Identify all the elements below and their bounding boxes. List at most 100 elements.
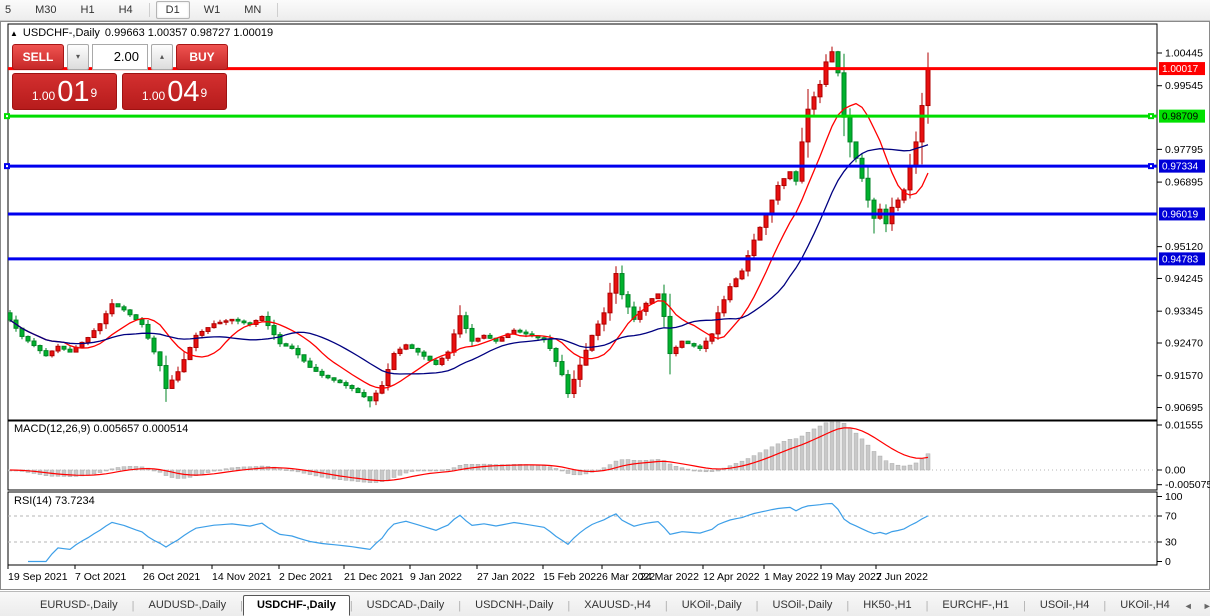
timeframe-H4[interactable]: H4 xyxy=(109,1,143,19)
bid-price-sup: 9 xyxy=(90,86,98,100)
date-label: 21 Dec 2021 xyxy=(344,571,404,583)
candle-body xyxy=(547,339,553,349)
candle-body xyxy=(103,313,109,325)
macd-bar xyxy=(97,469,103,473)
candle-body xyxy=(157,351,163,367)
date-label: 7 Oct 2021 xyxy=(75,571,127,583)
date-label: 14 Nov 2021 xyxy=(212,571,272,583)
candle xyxy=(679,340,685,349)
tab-ukoil-daily[interactable]: UKOil-,Daily xyxy=(668,595,756,616)
macd-bar xyxy=(781,441,787,471)
ask-price-tile[interactable]: 1.00 04 9 xyxy=(122,73,227,110)
date-label: 26 Oct 2021 xyxy=(143,571,200,583)
candle-body xyxy=(211,323,217,329)
bid-price-tile[interactable]: 1.00 01 9 xyxy=(12,73,117,110)
timeframe-W1[interactable]: W1 xyxy=(194,1,231,19)
buy-button[interactable]: BUY xyxy=(176,44,228,70)
candle-body xyxy=(811,96,817,110)
tab-usoil-h4[interactable]: USOil-,H4 xyxy=(1026,595,1104,616)
collapse-icon[interactable]: ▲ xyxy=(10,29,18,38)
volume-decrease-button[interactable]: ▾ xyxy=(67,44,89,70)
macd-bar xyxy=(547,466,553,471)
macd-bar xyxy=(277,468,283,471)
tab-eurchf-h1[interactable]: EURCHF-,H1 xyxy=(928,595,1023,616)
macd-bar xyxy=(205,469,211,473)
macd-bar xyxy=(403,469,409,474)
sell-button[interactable]: SELL xyxy=(12,44,64,70)
candle-body xyxy=(349,385,355,389)
candle-body xyxy=(907,165,913,191)
candle-body xyxy=(463,315,469,329)
tab-xauusd-h4[interactable]: XAUUSD-,H4 xyxy=(570,595,665,616)
macd-bar xyxy=(643,460,649,471)
tab-usdchf-daily[interactable]: USDCHF-,Daily xyxy=(242,595,350,616)
tab-ukoil-h4[interactable]: UKOil-,H4 xyxy=(1106,595,1184,616)
macd-bar xyxy=(619,459,625,471)
candle-body xyxy=(487,334,493,339)
price-badge-label: 0.96019 xyxy=(1162,209,1199,220)
candle-body xyxy=(601,312,607,325)
candle xyxy=(787,171,793,181)
candle-body xyxy=(805,108,811,143)
candle-body xyxy=(313,366,319,372)
candle-body xyxy=(673,346,679,355)
candle-body xyxy=(331,377,337,381)
tab-hk50-h1[interactable]: HK50-,H1 xyxy=(849,595,925,616)
candle-body xyxy=(205,327,211,332)
tab-scroll-right-icon[interactable]: ► xyxy=(1203,601,1210,611)
macd-bar xyxy=(337,469,343,480)
macd-bar xyxy=(679,467,685,471)
tab-scroll-left-icon[interactable]: ◄ xyxy=(1184,601,1193,611)
macd-bar xyxy=(703,469,709,473)
macd-bar xyxy=(811,428,817,471)
price-tick-label: 0.90695 xyxy=(1165,402,1203,414)
tab-eurusd-daily[interactable]: EURUSD-,Daily xyxy=(26,595,132,616)
candle-body xyxy=(427,355,433,361)
ask-price-sup: 9 xyxy=(200,86,208,100)
candle-body xyxy=(343,382,349,387)
macd-bar xyxy=(85,469,91,476)
candle-body xyxy=(475,337,481,342)
macd-bar xyxy=(283,469,289,471)
timeframe-MN[interactable]: MN xyxy=(234,1,271,19)
tab-usdcnh-daily[interactable]: USDCNH-,Daily xyxy=(461,595,567,616)
candle-body xyxy=(325,374,331,379)
candle xyxy=(655,293,661,300)
candle xyxy=(391,351,397,371)
tab-audusd-daily[interactable]: AUDUSD-,Daily xyxy=(134,595,240,616)
bid-price-small: 1.00 xyxy=(31,89,56,103)
candle xyxy=(859,153,865,182)
macd-bar xyxy=(925,453,931,471)
macd-bar xyxy=(805,431,811,471)
macd-bar xyxy=(61,469,67,477)
timeframe-5[interactable]: 5 xyxy=(0,1,21,19)
timeframe-M30[interactable]: M30 xyxy=(25,1,66,19)
rsi-pane-label: RSI(14) 73.7234 xyxy=(14,495,95,507)
volume-increase-button[interactable]: ▴ xyxy=(151,44,173,70)
tab-usoil-daily[interactable]: USOil-,Daily xyxy=(759,595,847,616)
candle-body xyxy=(751,239,757,257)
candle-body xyxy=(415,347,421,353)
macd-bar xyxy=(115,467,121,471)
macd-bar xyxy=(109,468,115,471)
macd-bar xyxy=(421,469,427,472)
candle-body xyxy=(133,314,139,321)
macd-bar xyxy=(187,469,193,478)
timeframe-D1[interactable]: D1 xyxy=(155,1,190,19)
macd-bar xyxy=(427,469,433,472)
candle-body xyxy=(919,105,925,143)
timeframe-H1[interactable]: H1 xyxy=(71,1,105,19)
macd-bar xyxy=(385,469,391,481)
macd-bar xyxy=(685,468,691,471)
volume-input[interactable]: 2.00 xyxy=(92,44,148,70)
candle-body xyxy=(847,116,853,143)
macd-bar xyxy=(691,469,697,472)
candle-body xyxy=(691,343,697,347)
candle-body xyxy=(91,330,97,339)
tab-usdcad-daily[interactable]: USDCAD-,Daily xyxy=(353,595,459,616)
price-tick-label: 0.99545 xyxy=(1165,80,1203,92)
candle-body xyxy=(421,351,427,357)
date-label: 19 May 2022 xyxy=(821,571,882,583)
macd-bar xyxy=(529,464,535,471)
toolbar-separator xyxy=(277,3,279,17)
